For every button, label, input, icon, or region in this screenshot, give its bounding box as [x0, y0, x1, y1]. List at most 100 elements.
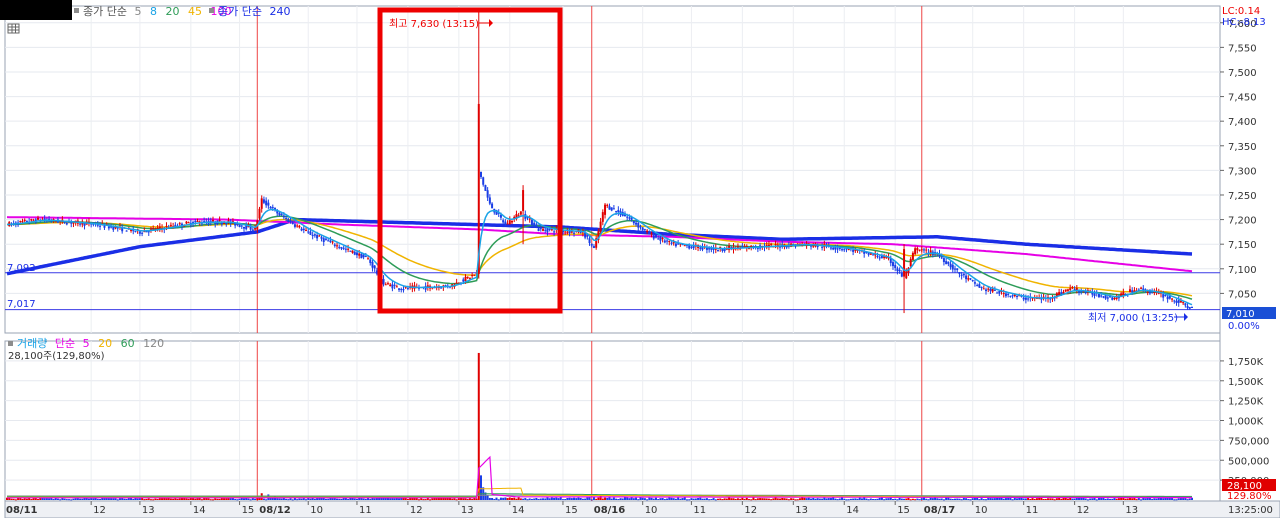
candle-body [291, 222, 294, 225]
candle-body [1115, 297, 1118, 299]
volume-bar [548, 498, 551, 500]
volume-bar [70, 499, 73, 501]
volume-bar [807, 497, 810, 500]
candle-body [876, 256, 879, 258]
candle-body [756, 247, 759, 249]
volume-bar [223, 498, 226, 500]
volume-bar [561, 499, 564, 501]
candle-body [384, 284, 387, 286]
candle-body [311, 235, 314, 237]
volume-bar [623, 497, 626, 500]
candle-body [812, 245, 815, 247]
volume-bar [581, 498, 584, 500]
candle-body [187, 222, 190, 224]
volume-bar [123, 498, 126, 500]
time-tick-label: 12 [744, 505, 757, 516]
volume-bar [712, 498, 715, 500]
volume-bar [776, 498, 779, 500]
volume-bar [499, 497, 502, 500]
candle-body [522, 190, 525, 211]
volume-bar [178, 498, 181, 500]
volume-bar [869, 498, 872, 500]
volume-bar [801, 497, 804, 500]
volume-bar [823, 497, 826, 500]
candle-body [774, 244, 777, 246]
candle-body [553, 231, 556, 233]
volume-bar [1002, 498, 1005, 500]
legend-period-5: 5 [134, 5, 141, 18]
volume-bar [670, 497, 673, 500]
candle-body [285, 218, 288, 220]
candle-body [125, 230, 128, 232]
candle-body [900, 272, 903, 277]
candle-body [287, 218, 290, 223]
volume-bar [852, 498, 855, 500]
volume-bar [185, 498, 188, 500]
volume-bar [110, 498, 113, 500]
candle-body [464, 276, 467, 281]
price-legend: 종가 단순 5 8 20 45 100 종가 단순 240 [74, 5, 290, 18]
candle-body [980, 286, 983, 288]
volume-bar [765, 498, 768, 500]
price-tick-label: 7,500 [1228, 68, 1257, 79]
candle-body [1146, 291, 1149, 293]
candle-body [971, 280, 974, 282]
volume-bar [595, 498, 598, 500]
volume-bar [672, 498, 675, 500]
volume-bar [705, 498, 708, 500]
candle-body [482, 177, 485, 185]
volume-bar [14, 499, 17, 501]
volume-bar [617, 499, 620, 501]
candle-body [996, 292, 999, 294]
candle-body [156, 227, 159, 229]
time-tick-label: 10 [645, 505, 658, 516]
candle-body [657, 238, 660, 240]
volume-bar [336, 498, 339, 500]
time-tick-label: 12 [93, 505, 106, 516]
candle-body [914, 248, 917, 255]
candle-body [364, 256, 367, 258]
volume-tick-label: 1,000K [1228, 417, 1264, 428]
candle-body [502, 220, 505, 223]
volume-bar [736, 498, 739, 500]
candle-body [612, 208, 615, 210]
price-tick-label: 7,100 [1228, 265, 1257, 276]
volume-bar [854, 498, 857, 500]
candle-body [367, 258, 370, 260]
candle-body [920, 249, 923, 251]
candle-body [962, 273, 965, 276]
volume-bar [612, 497, 615, 500]
volume-tick-label: 1,500K [1228, 377, 1264, 388]
volume-bar [794, 499, 797, 501]
volume-bar [1060, 498, 1063, 500]
volume-bar [125, 498, 128, 500]
volume-bar [1053, 499, 1056, 501]
volume-bar [539, 498, 542, 500]
volume-bar [154, 498, 157, 500]
volume-bar [52, 499, 55, 501]
volume-bar [1038, 497, 1041, 500]
volume-bar [745, 497, 748, 500]
volume-bar [1024, 498, 1027, 500]
volume-bar [37, 499, 40, 501]
candle-body [599, 221, 602, 232]
volume-bar [176, 498, 179, 500]
volume-bar [903, 498, 906, 500]
time-tick-label: 13 [142, 505, 155, 516]
volume-bar [1082, 497, 1085, 500]
candle-body [546, 228, 549, 233]
volume-bar [1186, 499, 1189, 501]
candle-body [852, 249, 855, 252]
volume-bar [925, 498, 928, 500]
candle-body [223, 222, 226, 224]
volume-bar [502, 497, 505, 500]
volume-bar [59, 499, 62, 501]
volume-bar [985, 499, 988, 501]
volume-bar [1106, 498, 1109, 500]
volume-bar [949, 498, 952, 500]
grid-toggle-icon[interactable] [7, 23, 20, 34]
volume-bar [845, 499, 848, 501]
volume-bar [752, 497, 755, 500]
volume-bar [774, 497, 777, 500]
volume-bar [874, 499, 877, 501]
